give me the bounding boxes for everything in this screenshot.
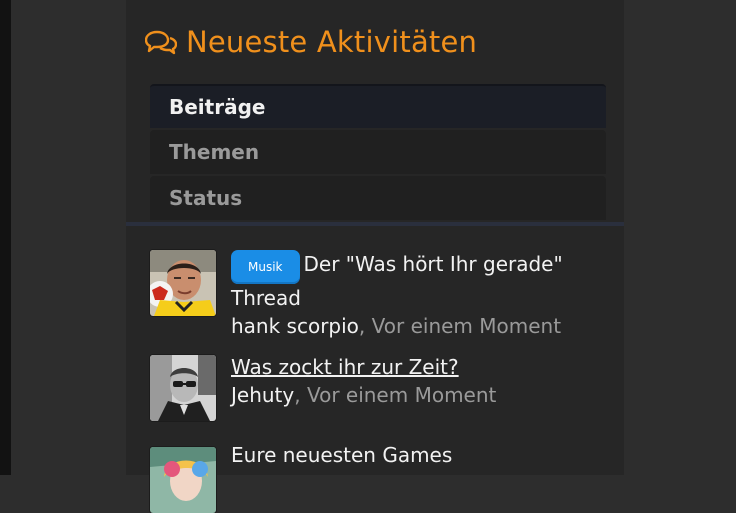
tab-divider xyxy=(126,222,624,226)
activity-time: Vor einem Moment xyxy=(306,383,497,407)
meta-separator: , xyxy=(294,383,301,407)
meta-separator: , xyxy=(358,314,366,338)
bw-portrait-avatar[interactable] xyxy=(150,355,216,421)
tab-threads[interactable]: Themen xyxy=(150,130,606,174)
comments-icon xyxy=(144,29,178,55)
left-edge-strip xyxy=(0,0,11,475)
soccer-player-avatar[interactable] xyxy=(150,250,216,316)
widget-title: Neueste Aktivitäten xyxy=(186,25,478,59)
activity-meta: hank scorpio, Vor einem Moment xyxy=(231,312,601,340)
activity-tabs: Beiträge Themen Status xyxy=(150,84,606,222)
tab-posts[interactable]: Beiträge xyxy=(150,84,606,128)
colorful-character-avatar[interactable] xyxy=(150,447,216,513)
activity-time: Vor einem Moment xyxy=(371,314,562,338)
widget-header: Neueste Aktivitäten xyxy=(144,22,478,62)
thread-title-link[interactable]: Eure neuesten Games xyxy=(231,443,452,467)
activity-meta: Jehuty, Vor einem Moment xyxy=(231,381,601,409)
username-link[interactable]: Jehuty xyxy=(231,383,294,407)
username-link[interactable]: hank scorpio xyxy=(231,314,359,338)
prefix-badge-music[interactable]: Musik xyxy=(231,250,300,284)
tab-status[interactable]: Status xyxy=(150,176,606,220)
thread-title-link[interactable]: Was zockt ihr zur Zeit? xyxy=(231,355,459,379)
